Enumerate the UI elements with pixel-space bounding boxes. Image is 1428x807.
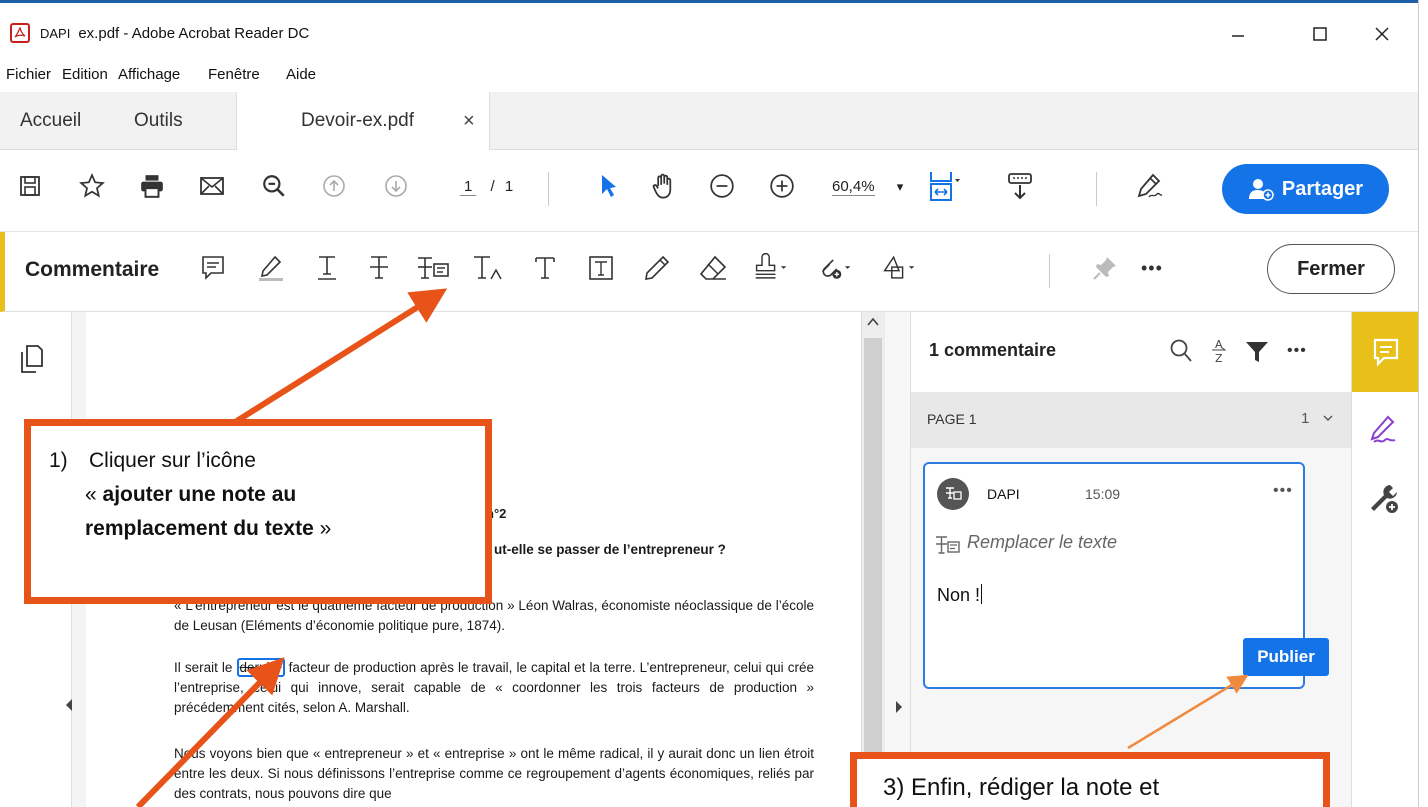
callout-step-3: 3) Enfin, rédiger la note et [850, 752, 1330, 807]
callout-1-line-1: Cliquer sur l’icône [89, 449, 256, 472]
callout-1-quote-open: « [85, 483, 103, 506]
callout-1-quote-close: » [313, 517, 332, 540]
callout-1-bold-2: remplacement du texte [85, 517, 314, 540]
arrow-to-text [135, 657, 285, 807]
tutorial-arrows [135, 288, 1249, 807]
callout-3-text: 3) Enfin, rédiger la note et [883, 774, 1160, 801]
arrow-to-publish [1127, 674, 1249, 750]
callout-1-line-3: remplacement du texte » [85, 514, 331, 544]
callout-1-number: 1) [49, 449, 68, 472]
callout-step-1: 1) Cliquer sur l’icône « ajouter une not… [24, 419, 492, 604]
callout-1-bold-1: ajouter une note au [102, 483, 297, 506]
callout-1-line-2: « ajouter une note au [85, 480, 296, 510]
arrow-to-replace-icon [230, 288, 448, 427]
